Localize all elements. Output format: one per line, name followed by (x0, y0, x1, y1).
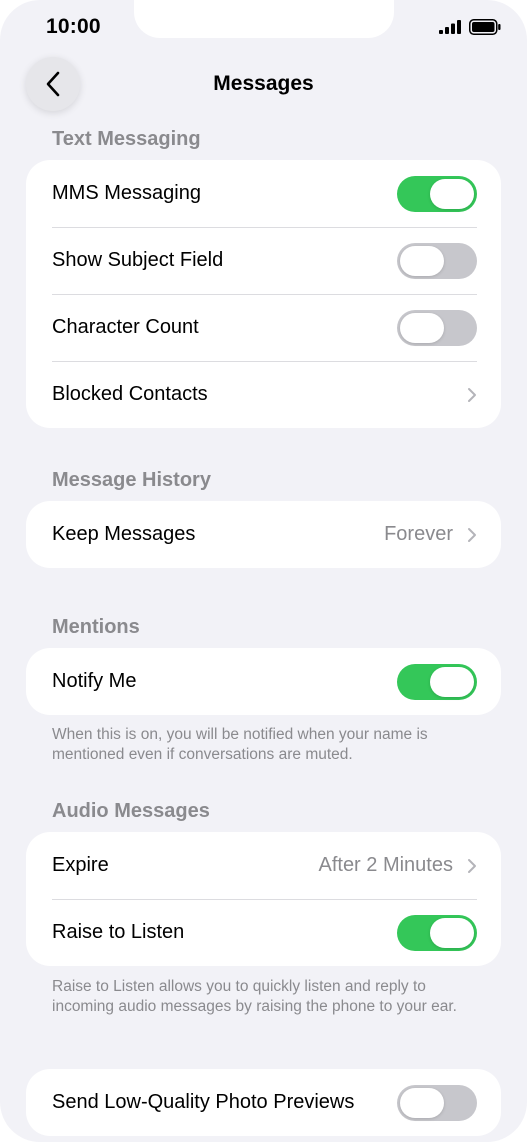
toggle-knob (400, 1087, 444, 1118)
group-low-quality-previews: Send Low-Quality Photo Previews (26, 1069, 501, 1136)
section-header-audio-messages: Audio Messages (52, 800, 210, 822)
row-label: Expire (52, 854, 109, 876)
row-label: Notify Me (52, 670, 137, 692)
status-icons (439, 19, 501, 35)
toggle-knob (400, 312, 444, 343)
row-label: Raise to Listen (52, 921, 185, 943)
row-notify-me: Notify Me (26, 648, 501, 715)
cellular-signal-icon (439, 20, 461, 34)
status-time: 10:00 (46, 15, 101, 38)
row-mms-messaging: MMS Messaging (26, 160, 501, 227)
audio-messages-footnote: Raise to Listen allows you to quickly li… (52, 978, 457, 1015)
row-label: Show Subject Field (52, 249, 224, 271)
row-value: After 2 Minutes (318, 854, 453, 876)
group-text-messaging: MMS Messaging Show Subject Field Charact… (26, 160, 501, 428)
toggle-knob (430, 666, 474, 697)
row-value: Forever (384, 523, 453, 545)
row-label: Send Low-Quality Photo Previews (52, 1091, 355, 1113)
chevron-right-icon (467, 858, 477, 874)
group-message-history: Keep Messages Forever (26, 501, 501, 568)
row-blocked-contacts[interactable]: Blocked Contacts (26, 361, 501, 428)
toggle-knob (430, 917, 474, 948)
battery-icon (469, 19, 501, 35)
phone-screen: 10:00 Messages Text Messaging MMS Messag… (0, 0, 527, 1142)
chevron-right-icon (467, 527, 477, 543)
row-label: Keep Messages (52, 523, 196, 545)
row-expire[interactable]: Expire After 2 Minutes (26, 832, 501, 899)
section-header-mentions: Mentions (52, 616, 140, 638)
chevron-right-icon (467, 387, 477, 403)
mentions-footnote: When this is on, you will be notified wh… (52, 726, 428, 763)
row-label: Character Count (52, 316, 199, 338)
row-character-count: Character Count (26, 294, 501, 361)
notify-me-toggle[interactable] (397, 663, 477, 700)
notch (134, 0, 394, 38)
section-header-message-history: Message History (52, 469, 211, 491)
group-audio-messages: Expire After 2 Minutes Raise to Listen (26, 832, 501, 966)
raise-to-listen-toggle[interactable] (397, 914, 477, 951)
show-subject-field-toggle[interactable] (397, 242, 477, 279)
status-bar: 10:00 (0, 0, 527, 56)
section-header-text-messaging: Text Messaging (52, 128, 201, 150)
group-mentions: Notify Me (26, 648, 501, 715)
row-label: Blocked Contacts (52, 383, 208, 405)
mms-messaging-toggle[interactable] (397, 175, 477, 212)
character-count-toggle[interactable] (397, 309, 477, 346)
row-send-low-quality-photo-previews: Send Low-Quality Photo Previews (26, 1069, 501, 1136)
row-raise-to-listen: Raise to Listen (26, 899, 501, 966)
toggle-knob (400, 245, 444, 276)
page-title: Messages (213, 72, 314, 95)
row-show-subject-field: Show Subject Field (26, 227, 501, 294)
row-keep-messages[interactable]: Keep Messages Forever (26, 501, 501, 568)
send-low-quality-photo-previews-toggle[interactable] (397, 1084, 477, 1121)
row-label: MMS Messaging (52, 182, 201, 204)
toggle-knob (430, 178, 474, 209)
